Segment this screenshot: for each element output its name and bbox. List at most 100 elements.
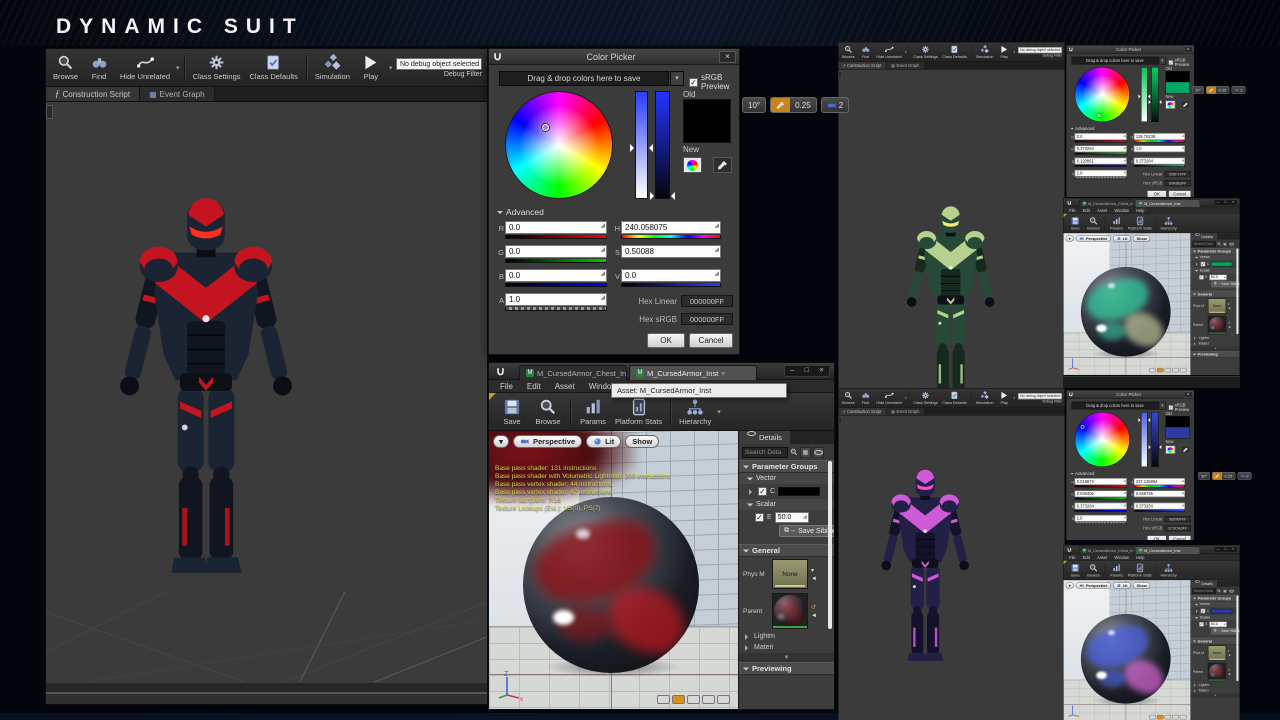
cube-mesh-button[interactable]	[1172, 715, 1179, 720]
tab-construction-script[interactable]: ƒConstruction Script	[46, 87, 140, 101]
chevron-down-icon[interactable]: ▾	[905, 396, 907, 400]
hex-srgb-field[interactable]: 2C3CA3FF	[1164, 525, 1191, 531]
checkbox-checked-icon[interactable]: ✓	[689, 78, 698, 87]
details-expand-divider[interactable]: ▼	[739, 653, 834, 662]
close-icon[interactable]: ×	[1232, 547, 1234, 552]
v-gradient[interactable]	[621, 283, 721, 287]
params-button[interactable]: Params	[1108, 561, 1125, 579]
menu-asset[interactable]: Asset	[548, 380, 582, 392]
s-value-field[interactable]: 0.946745	[1134, 490, 1185, 497]
b-value-field[interactable]: 0.373264	[1075, 503, 1127, 510]
phys-material-dropdown[interactable]: None	[1208, 645, 1226, 660]
material-editor-titlebar[interactable]: MM_CursedArmor_Chest_In MM_CursedArmor_I…	[1064, 546, 1240, 555]
a-value-field[interactable]: 1.0	[1075, 515, 1127, 522]
b-value-field[interactable]: 0.120861	[1075, 158, 1127, 165]
cancel-button[interactable]: Cancel	[689, 333, 733, 348]
debug-object-select[interactable]: No debug object selected	[1018, 47, 1062, 53]
srgb-preview-toggle[interactable]: ✓ sRGB Preview	[689, 73, 739, 91]
slider-handle[interactable]	[1157, 445, 1161, 449]
grid-view-icon[interactable]: ▦	[800, 447, 811, 458]
reset-icon[interactable]: ↺	[1228, 321, 1231, 325]
color-dropzone[interactable]: Drag & drop colors here to save	[1072, 57, 1159, 65]
g-gradient[interactable]	[505, 259, 607, 263]
color-wheel-cursor[interactable]	[542, 124, 549, 131]
material-preview-sphere[interactable]	[1081, 267, 1171, 357]
eye-filter-icon[interactable]	[813, 447, 824, 458]
simulation-button[interactable]: Simulation	[974, 389, 996, 407]
chevron-down-icon[interactable]: ▾	[811, 567, 817, 574]
perspective-button[interactable]: Perspective	[1076, 582, 1111, 589]
value-slider[interactable]	[1151, 412, 1159, 467]
menu-file[interactable]: File	[1066, 554, 1080, 560]
color-wheel[interactable]	[505, 91, 613, 199]
value-slider[interactable]	[655, 91, 670, 199]
blueprint-viewport[interactable]	[839, 70, 1065, 390]
details-scrollbar[interactable]	[1236, 595, 1238, 681]
tab-chest-material[interactable]: MM_CursedArmor_Chest_In	[1079, 547, 1134, 555]
tab-chest-material[interactable]: MM_CursedArmor_Chest_In	[1079, 200, 1134, 208]
parameter-groups-header[interactable]: Parameter Groups	[739, 460, 834, 473]
a-value-field[interactable]: 1.0	[505, 293, 607, 306]
scalar-value-field[interactable]: 50.0	[775, 512, 809, 523]
hex-linear-field[interactable]: 005F1FFF	[1164, 171, 1191, 177]
chevron-down-icon[interactable]: ▾	[1013, 50, 1015, 54]
vector-color-swatch[interactable]	[1211, 262, 1232, 267]
menu-file[interactable]: File	[1066, 207, 1080, 213]
chevron-down-icon[interactable]: ▾	[717, 408, 721, 416]
camera-speed-button[interactable]: 2	[821, 97, 849, 113]
saturation-slider[interactable]	[1141, 67, 1148, 122]
checkbox-checked-icon[interactable]: ✓	[1201, 609, 1206, 614]
srgb-preview-toggle[interactable]: ✓sRGB Preview	[1169, 403, 1194, 412]
saturation-slider[interactable]	[635, 91, 648, 199]
maximize-icon[interactable]: □	[805, 366, 809, 376]
ok-button[interactable]: OK	[1147, 190, 1166, 197]
tab-inst-material[interactable]: MM_CursedArmor_Inst	[1135, 547, 1200, 555]
eye-filter-icon[interactable]	[1229, 241, 1235, 247]
a-gradient[interactable]	[505, 307, 607, 311]
collapsed-panel-nub[interactable]	[839, 71, 843, 78]
plane-mesh-button[interactable]	[1164, 715, 1171, 720]
material-editor-titlebar[interactable]: MM_CursedArmor_Chest_In MM_CursedArmor_I…	[489, 363, 834, 380]
hierarchy-button[interactable]: Hierarchy	[1159, 561, 1178, 579]
rotation-snap-button[interactable]: 10°	[1198, 472, 1210, 480]
close-icon[interactable]: ×	[1232, 200, 1234, 205]
material-preview-viewport[interactable]: ▾ Perspective Lit Show	[1064, 580, 1191, 720]
srgb-preview-toggle[interactable]: ✓sRGB Preview	[1169, 58, 1194, 67]
custom-mesh-button[interactable]	[1180, 715, 1187, 720]
r-gradient[interactable]	[505, 235, 607, 239]
eyedropper-button[interactable]	[713, 157, 732, 173]
color-wheel[interactable]	[1075, 67, 1130, 122]
search-input[interactable]	[1193, 241, 1216, 247]
slider-handle[interactable]	[1146, 418, 1150, 422]
s-value-field[interactable]: 1.0	[1134, 145, 1185, 152]
slider-handle[interactable]	[667, 192, 675, 200]
use-selected-icon[interactable]: ◄	[811, 613, 817, 619]
camera-speed-button[interactable]: 2	[1237, 472, 1251, 480]
hierarchy-button[interactable]: Hierarchy	[1159, 214, 1178, 232]
viewport-options-button[interactable]: ▾	[493, 435, 509, 448]
reset-icon[interactable]: ↺	[1228, 668, 1231, 672]
save-button[interactable]: Save	[1067, 214, 1084, 232]
hide-unrelated-button[interactable]: Hide Unrelated	[874, 43, 904, 61]
save-button[interactable]: Save	[1067, 561, 1084, 579]
menu-asset[interactable]: Asset	[1093, 554, 1110, 560]
color-dropzone[interactable]: Drag & drop colors here to save	[1072, 402, 1159, 410]
slider-handle[interactable]	[1138, 418, 1142, 422]
h-value-field[interactable]: 129.76238	[1134, 133, 1185, 140]
reset-icon[interactable]: ↺	[811, 604, 817, 611]
cube-mesh-button[interactable]	[702, 695, 715, 704]
material-preview-sphere[interactable]	[1081, 614, 1171, 704]
hex-linear-field[interactable]: 000000FF	[681, 295, 733, 307]
scalar-group-header[interactable]: Scalar	[739, 499, 834, 510]
menu-edit[interactable]: Edit	[1079, 554, 1093, 560]
class-defaults-button[interactable]: Class Defaults	[940, 389, 969, 407]
find-button[interactable]: Find	[857, 389, 873, 407]
expander-right-icon[interactable]	[749, 489, 755, 495]
blueprint-viewport[interactable]	[46, 102, 487, 704]
menu-file[interactable]: File	[493, 380, 520, 392]
cylinder-mesh-button[interactable]	[1149, 368, 1156, 373]
color-wheel-mode-button[interactable]	[1165, 446, 1175, 454]
sphere-mesh-button[interactable]	[672, 695, 685, 704]
parent-material-thumbnail[interactable]	[1208, 316, 1226, 334]
menu-asset[interactable]: Asset	[1093, 207, 1110, 213]
